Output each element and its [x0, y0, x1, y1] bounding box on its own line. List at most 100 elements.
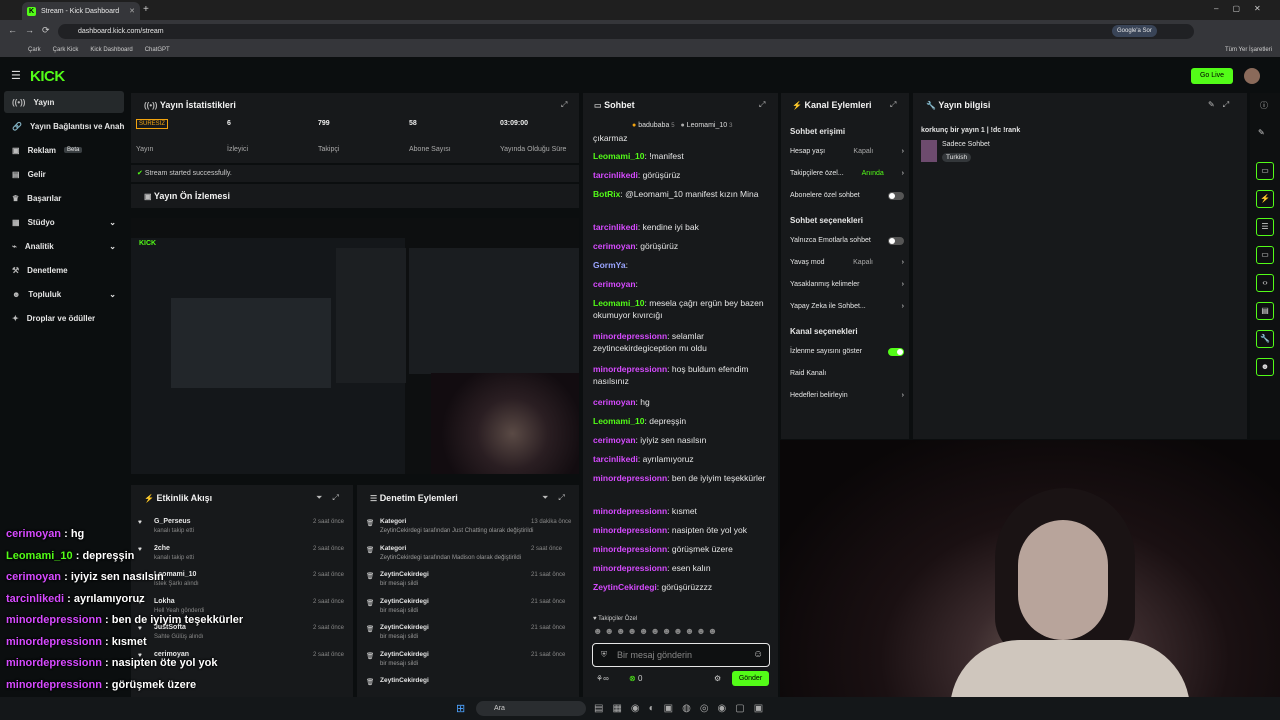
- sidebar-item-droplar[interactable]: ✦ Droplar ve ödüller: [4, 307, 124, 329]
- chat-username[interactable]: cerimoyan: [593, 397, 636, 407]
- chat-username[interactable]: Leomami_10: [593, 298, 645, 308]
- pen-icon[interactable]: ✎: [1258, 128, 1265, 137]
- chat-username[interactable]: minordepressionn: [593, 473, 667, 483]
- sidebar-item-denetleme[interactable]: ⚒ Denetleme: [4, 259, 124, 281]
- chat-username[interactable]: cerimoyan: [593, 435, 636, 445]
- toggle-switch[interactable]: [888, 237, 904, 245]
- info-icon[interactable]: ⓘ: [1260, 100, 1268, 111]
- chat-username[interactable]: minordepressionn: [593, 544, 667, 554]
- bookmark[interactable]: Çark Kick: [53, 47, 79, 53]
- channel-action-row[interactable]: Hesap yaşı Kapalı ›: [790, 148, 904, 155]
- sidebar-item-reklam[interactable]: ▣ Reklam Beta: [4, 139, 124, 161]
- bookmark[interactable]: Kick Dashboard: [90, 47, 132, 53]
- popout-icon[interactable]: ⤢: [759, 100, 765, 110]
- chat-username[interactable]: Leomami_10: [593, 151, 645, 161]
- event-user[interactable]: Lokha: [154, 598, 175, 605]
- address-bar[interactable]: dashboard.kick.com/stream: [58, 24, 1194, 39]
- edit-icon[interactable]: ✎⤢: [1208, 100, 1237, 110]
- channel-action-row[interactable]: Yalnızca Emotlarla sohbet: [790, 237, 904, 245]
- chat-input[interactable]: ⛨ Bir mesaj gönderin ☺: [592, 643, 770, 667]
- sidebar-label: Droplar ve ödüller: [26, 313, 96, 323]
- rail-button-icon[interactable]: ☻: [1256, 358, 1274, 376]
- channel-action-row[interactable]: Takipçilere özel... Anında ›: [790, 170, 904, 177]
- channel-action-row[interactable]: Raid Kanalı: [790, 370, 904, 377]
- points-indicator[interactable]: ⚘∞: [596, 674, 609, 683]
- stream-preview[interactable]: KICK: [131, 218, 579, 474]
- channel-action-row[interactable]: Yavaş mod Kapalı ›: [790, 259, 904, 266]
- sidebar-item-studyo[interactable]: ▦ Stüdyo ⌄: [4, 211, 124, 233]
- window-controls[interactable]: –▢✕: [1214, 4, 1275, 13]
- rail-button-icon[interactable]: ▤: [1256, 302, 1274, 320]
- sidebar-item-basarilar[interactable]: ♛ Başarılar: [4, 187, 124, 209]
- beta-badge: Beta: [64, 147, 83, 153]
- emote-row[interactable]: ☻☻☻☻☻☻☻☻☻☻☻: [593, 626, 773, 638]
- coin-indicator[interactable]: ⊗ 0: [629, 674, 642, 683]
- chat-username[interactable]: tarcinlikedi: [593, 222, 638, 232]
- chat-username[interactable]: GormYa: [593, 260, 626, 270]
- preview-title: ▣ Yayın Ön İzlemesi: [144, 191, 230, 201]
- all-bookmarks[interactable]: Tüm Yer İşaretleri: [1225, 47, 1272, 53]
- settings-gear-icon[interactable]: ⚙: [714, 674, 721, 683]
- chevron-right-icon[interactable]: ›: [902, 392, 904, 399]
- rail-button-icon[interactable]: ▭: [1256, 246, 1274, 264]
- chevron-right-icon[interactable]: ›: [902, 303, 904, 310]
- chat-username[interactable]: tarcinlikedi: [593, 170, 638, 180]
- bookmark[interactable]: Çark: [28, 47, 41, 53]
- sidebar-item-topluluk[interactable]: ☻ Topluluk ⌄: [4, 283, 124, 305]
- emoji-icon[interactable]: ☺: [753, 649, 763, 660]
- chat-username[interactable]: ZeytinCekirdegi: [593, 582, 657, 592]
- toggle-switch[interactable]: [888, 348, 904, 356]
- chat-username[interactable]: minordepressionn: [593, 563, 667, 573]
- chat-text: görüşürüzzzz: [661, 582, 713, 592]
- chat-username[interactable]: minordepressionn: [593, 525, 667, 535]
- sidebar-item-analitik[interactable]: ⌁ Analitik ⌄: [4, 235, 124, 257]
- rail-button-icon[interactable]: 🔧: [1256, 330, 1274, 348]
- action-value[interactable]: Anında: [862, 170, 884, 177]
- action-value[interactable]: Kapalı: [853, 259, 873, 266]
- close-tab-icon[interactable]: ✕: [129, 7, 135, 15]
- filter-icon[interactable]: ⏷⤢: [542, 493, 575, 503]
- new-tab-icon[interactable]: +: [143, 4, 149, 15]
- go-live-button[interactable]: Go Live: [1191, 68, 1233, 84]
- channel-action-row[interactable]: Abonelere özel sohbet: [790, 192, 904, 200]
- windows-start-icon[interactable]: ⊞: [456, 702, 465, 715]
- rail-button-icon[interactable]: ‹›: [1256, 274, 1274, 292]
- event-user[interactable]: G_Perseus: [154, 518, 191, 525]
- chat-username[interactable]: cerimoyan: [593, 241, 636, 251]
- popout-icon[interactable]: ⤢: [890, 100, 896, 110]
- send-button[interactable]: Gönder: [732, 671, 769, 686]
- chat-username[interactable]: minordepressionn: [593, 364, 667, 374]
- sidebar-item-gelir[interactable]: ▤ Gelir: [4, 163, 124, 185]
- sidebar-item-yayin[interactable]: ((•)) Yayın: [4, 91, 124, 113]
- chat-username[interactable]: BotRix: [593, 189, 620, 199]
- kick-logo[interactable]: KICK: [30, 68, 65, 85]
- channel-action-row[interactable]: Yasaklanmış kelimeler ›: [790, 281, 904, 288]
- action-value[interactable]: Kapalı: [853, 148, 873, 155]
- rail-button-icon[interactable]: ▭: [1256, 162, 1274, 180]
- menu-icon[interactable]: ☰: [11, 69, 21, 82]
- toggle-switch[interactable]: [888, 192, 904, 200]
- chevron-right-icon[interactable]: ›: [902, 281, 904, 288]
- sidebar-item-baglanti[interactable]: 🔗 Yayın Bağlantısı ve Anahtarı: [4, 115, 124, 137]
- nav-buttons[interactable]: ←→⟳: [8, 25, 58, 36]
- channel-action-row[interactable]: Yapay Zeka ile Sohbet... ›: [790, 303, 904, 310]
- channel-action-row[interactable]: İzlenme sayısını göster: [790, 348, 904, 356]
- avatar[interactable]: [1244, 68, 1260, 84]
- bookmark[interactable]: ChatGPT: [145, 47, 170, 53]
- chat-username[interactable]: tarcinlikedi: [593, 454, 638, 464]
- chat-username[interactable]: minordepressionn: [593, 506, 667, 516]
- chat-username[interactable]: minordepressionn: [593, 331, 667, 341]
- chat-username[interactable]: Leomami_10: [593, 416, 645, 426]
- channel-action-row[interactable]: Hedefleri belirleyin ›: [790, 392, 904, 399]
- popout-icon[interactable]: ⤢: [561, 100, 567, 110]
- taskbar-search[interactable]: Ara: [476, 701, 586, 716]
- browser-tab[interactable]: K Stream - Kick Dashboard ✕: [22, 2, 140, 20]
- rail-button-icon[interactable]: ⚡: [1256, 190, 1274, 208]
- event-user[interactable]: 2che: [154, 545, 170, 552]
- rail-button-icon[interactable]: ☰: [1256, 218, 1274, 236]
- chat-username[interactable]: cerimoyan: [593, 279, 636, 289]
- chat-text: kısmet: [671, 506, 697, 516]
- filter-icon[interactable]: ⏷⤢: [316, 493, 349, 503]
- google-chip[interactable]: Google'a Sor: [1112, 25, 1157, 37]
- taskbar-apps[interactable]: ▤▦◉◐▣◍◎◉▢▣: [594, 703, 772, 714]
